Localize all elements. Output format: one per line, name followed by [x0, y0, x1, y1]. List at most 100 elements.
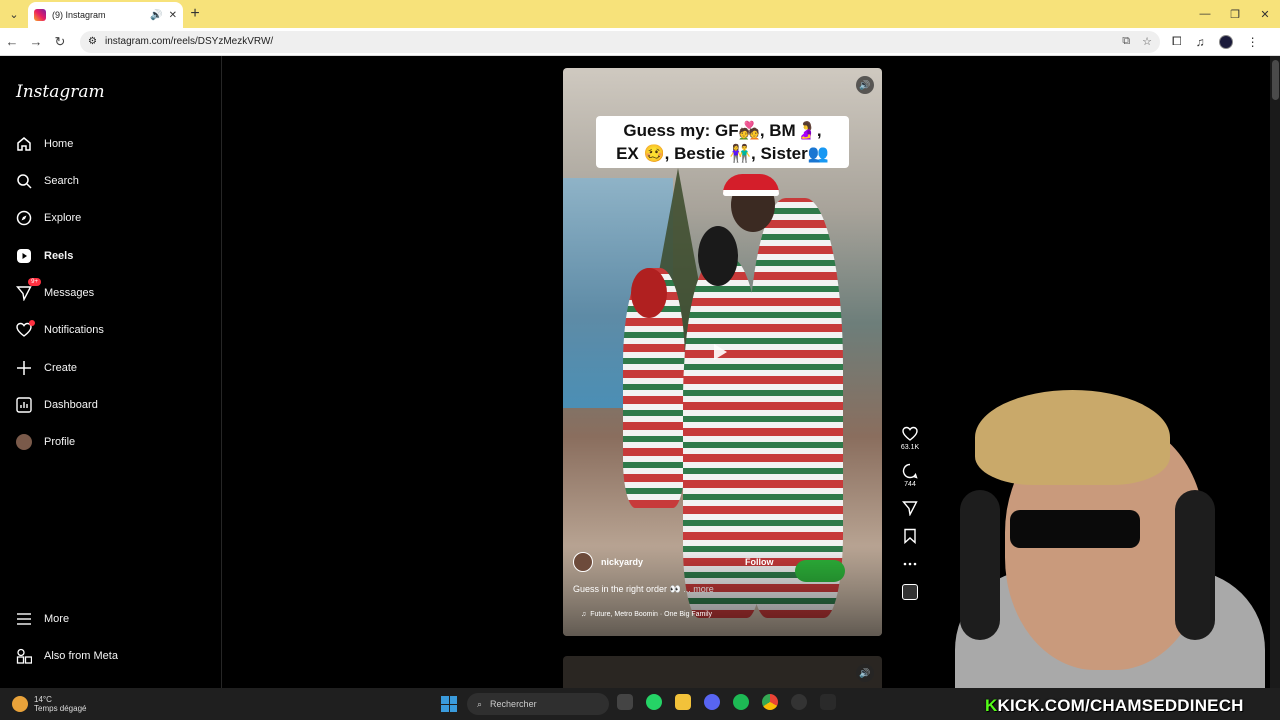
- sidebar-item-dashboard[interactable]: Dashboard: [16, 395, 98, 415]
- restore-button[interactable]: ❐: [1220, 8, 1250, 21]
- file-explorer-icon[interactable]: [675, 694, 691, 710]
- sidebar-item-label: More: [44, 613, 70, 625]
- sidebar-item-label: Reels: [44, 250, 74, 262]
- webcam-sunglasses: [1010, 510, 1140, 548]
- search-icon: ⌕: [477, 698, 483, 709]
- dashboard-icon: [16, 397, 32, 413]
- volume-icon[interactable]: 🔊: [856, 76, 874, 94]
- sidebar-item-label: Home: [44, 138, 74, 150]
- author-username[interactable]: nickyardy: [601, 557, 643, 567]
- minimize-button[interactable]: —: [1190, 8, 1220, 21]
- spotify-icon[interactable]: [733, 694, 749, 710]
- compass-icon: [16, 210, 32, 226]
- bookmark-star-icon[interactable]: ☆: [1142, 35, 1152, 48]
- instagram-favicon-icon: [34, 9, 46, 21]
- reel-description: Guess in the right order 👀 ... more: [573, 584, 714, 595]
- bookmark-icon: [904, 528, 916, 544]
- close-tab-icon[interactable]: ✕: [169, 10, 177, 21]
- forward-button[interactable]: →: [24, 34, 48, 49]
- audio-action[interactable]: [902, 584, 918, 600]
- reels-icon: [16, 248, 32, 264]
- discord-icon[interactable]: [704, 694, 720, 710]
- whatsapp-icon[interactable]: [646, 694, 662, 710]
- play-icon[interactable]: [714, 344, 727, 360]
- sidebar-item-also-from-meta[interactable]: Also from Meta: [16, 646, 118, 666]
- webcam-headset-right: [1175, 490, 1215, 640]
- reel-video[interactable]: Guess my: GF💑, BM🤰, EX 🥴, Bestie 👫, Sist…: [563, 68, 882, 636]
- sidebar-item-label: Dashboard: [44, 399, 98, 411]
- reel-more-link[interactable]: ... more: [683, 584, 714, 594]
- kick-watermark: KKICK.COM/CHAMSEDDINECH: [985, 696, 1244, 716]
- sidebar-item-explore[interactable]: Explore: [16, 208, 81, 228]
- like-action[interactable]: 63.1K: [901, 426, 919, 451]
- sidebar-item-more[interactable]: More: [16, 609, 69, 629]
- sidebar-item-notifications[interactable]: Notifications: [16, 320, 104, 340]
- santa-hat: [723, 174, 779, 196]
- share-action[interactable]: [902, 500, 918, 516]
- windows-start-icon[interactable]: [441, 696, 457, 712]
- page-scrollbar[interactable]: [1270, 56, 1280, 688]
- taskbar-search[interactable]: ⌕ Rechercher: [467, 693, 609, 715]
- comment-action[interactable]: 744: [902, 463, 918, 488]
- instagram-logo[interactable]: Instagram: [16, 82, 105, 102]
- reload-button[interactable]: ↻: [48, 34, 72, 50]
- kick-url-text: KICK.COM/CHAMSEDDINECH: [997, 696, 1244, 715]
- address-bar[interactable]: ⚙ instagram.com/reels/DSYzMezkVRW/ ⧉ ☆: [80, 30, 1160, 53]
- volume-icon[interactable]: 🔊: [856, 664, 874, 682]
- media-controls-icon[interactable]: ♫: [1196, 35, 1205, 49]
- speaker-icon[interactable]: 🔊: [150, 10, 162, 21]
- browser-menu-icon[interactable]: ⋮: [1247, 35, 1259, 49]
- profile-avatar: [16, 434, 32, 450]
- follow-button[interactable]: Follow: [745, 557, 774, 567]
- sidebar-item-create[interactable]: Create: [16, 358, 77, 378]
- webcam-hair: [975, 390, 1170, 485]
- site-info-icon[interactable]: ⚙: [88, 36, 97, 47]
- video-caption-overlay: Guess my: GF💑, BM🤰, EX 🥴, Bestie 👫, Sist…: [596, 116, 849, 168]
- video-person-head: [631, 268, 667, 318]
- profile-avatar-icon[interactable]: [1218, 34, 1233, 49]
- heart-icon: [16, 320, 35, 338]
- save-action[interactable]: [902, 528, 918, 544]
- share-icon: [902, 501, 918, 516]
- chrome-icon[interactable]: [762, 694, 778, 710]
- sidebar-item-reels[interactable]: Reels: [16, 246, 73, 266]
- tab-search-button[interactable]: ⌄: [0, 0, 28, 28]
- more-dots-icon: [903, 562, 917, 566]
- sidebar-item-messages[interactable]: 9+ Messages: [16, 278, 94, 303]
- notification-dot: [29, 320, 35, 326]
- kick-app-icon[interactable]: [820, 694, 836, 710]
- reel-description-text: Guess in the right order 👀: [573, 584, 681, 594]
- more-options-action[interactable]: [902, 556, 918, 572]
- tab-title: (9) Instagram: [52, 10, 106, 20]
- url-text: instagram.com/reels/DSYzMezkVRW/: [104, 36, 274, 47]
- scrollbar-thumb[interactable]: [1272, 60, 1279, 100]
- home-icon: [16, 136, 32, 152]
- task-view-icon[interactable]: [617, 694, 633, 710]
- kick-logo-letter: K: [985, 696, 998, 715]
- sidebar-item-search[interactable]: Search: [16, 171, 79, 191]
- weather-widget[interactable]: 14°C Temps dégagé: [12, 695, 86, 713]
- reel-actions: 63.1K 744: [897, 426, 923, 612]
- video-person-head: [698, 226, 738, 286]
- weather-moon-icon: [12, 696, 28, 712]
- back-button[interactable]: ←: [0, 34, 24, 49]
- weather-temperature: 14°C: [34, 695, 52, 704]
- webcam-headset-left: [960, 490, 1000, 640]
- plus-icon: [16, 360, 32, 376]
- reel-music[interactable]: ♫ Future, Metro Boomin · One Big Family: [581, 611, 712, 618]
- heart-icon: [902, 426, 918, 441]
- author-avatar[interactable]: [573, 552, 593, 572]
- obs-icon[interactable]: [791, 694, 807, 710]
- browser-tab[interactable]: (9) Instagram 🔊 ✕: [28, 2, 183, 28]
- browser-tab-bar: ⌄ (9) Instagram 🔊 ✕ + — ❐ ✕: [0, 0, 1280, 28]
- sidebar-item-profile[interactable]: Profile: [16, 432, 75, 452]
- sidebar-item-label: Notifications: [44, 324, 104, 336]
- close-window-button[interactable]: ✕: [1250, 8, 1280, 21]
- sidebar: Instagram Home Search Explore Reels 9+ M…: [0, 56, 222, 688]
- sidebar-item-home[interactable]: Home: [16, 134, 73, 154]
- sidebar-item-label: Search: [44, 175, 79, 187]
- extensions-icon[interactable]: ⧠: [1172, 34, 1182, 49]
- install-app-icon[interactable]: ⧉: [1122, 35, 1130, 48]
- comment-count: 744: [904, 481, 916, 488]
- new-tab-button[interactable]: +: [183, 5, 207, 23]
